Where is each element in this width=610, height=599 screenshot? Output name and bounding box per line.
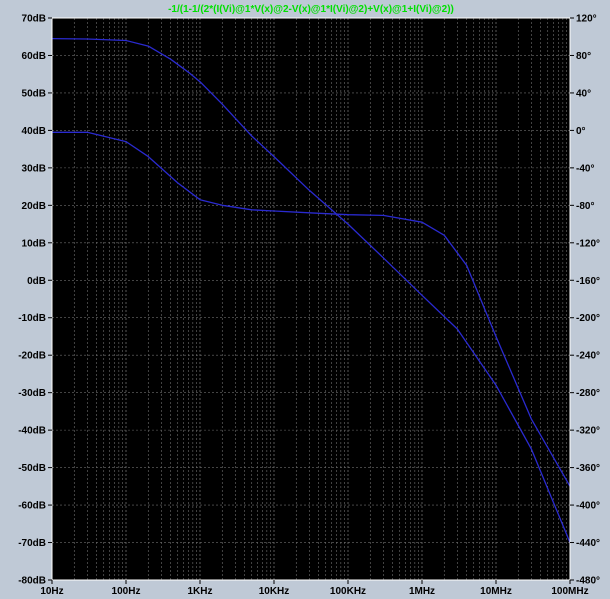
y-left-tick-label: -30dB — [18, 388, 46, 399]
y-right-tick-label: -200° — [576, 313, 600, 324]
y-left-tick-label: -60dB — [18, 501, 46, 512]
bode-chart: 10Hz 100Hz 1KHz 10KHz 100KHz 1MHz 10MHz 100MHz 7… — [18, 4, 600, 597]
y-right-tick-label: -40° — [576, 163, 594, 174]
y-right-tick-label: -80° — [576, 201, 594, 212]
y-right-tick-label: 80° — [576, 51, 591, 62]
y-left-tick-label: 70dB — [22, 14, 46, 25]
chart-title: -1/(1-1/(2*(I(Vi)@1*V(x)@2-V(x)@1*I(Vi)@… — [168, 4, 454, 15]
y-right-tick-label: 40° — [576, 88, 591, 99]
x-tick-label: 10KHz — [259, 586, 290, 597]
plot-area[interactable] — [52, 18, 570, 580]
y-right-tick-label: -320° — [576, 426, 600, 437]
y-right-tick-label: -440° — [576, 538, 600, 549]
y-left-tick-label: -10dB — [18, 313, 46, 324]
y-left-tick-label: 60dB — [22, 51, 46, 62]
y-left-tick-label: 40dB — [22, 126, 46, 137]
y-right-tick-label: -360° — [576, 463, 600, 474]
plot-window: 10Hz 100Hz 1KHz 10KHz 100KHz 1MHz 10MHz 100MHz 7… — [0, 0, 610, 599]
y-left-tick-label: 10dB — [22, 238, 46, 249]
x-tick-label: 100KHz — [330, 586, 366, 597]
y-right-tick-label: -160° — [576, 276, 600, 287]
y-left-tick-label: 20dB — [22, 201, 46, 212]
y-left-tick-label: 30dB — [22, 163, 46, 174]
y-left-tick-label: -50dB — [18, 463, 46, 474]
x-tick-label: 10Hz — [40, 586, 63, 597]
x-tick-label: 100MHz — [551, 586, 588, 597]
y-right-tick-label: -280° — [576, 388, 600, 399]
x-tick-label: 100Hz — [112, 586, 141, 597]
y-left-tick-label: 50dB — [22, 88, 46, 99]
x-tick-label: 10MHz — [480, 586, 512, 597]
y-right-tick-label: -400° — [576, 501, 600, 512]
x-tick-label: 1KHz — [187, 586, 212, 597]
y-right-tick-label: -120° — [576, 238, 600, 249]
y-left-tick-label: -80dB — [18, 576, 46, 587]
y-left-tick-label: -20dB — [18, 351, 46, 362]
y-left-tick-label: 0dB — [27, 276, 46, 287]
y-left-tick-label: -70dB — [18, 538, 46, 549]
x-tick-label: 1MHz — [409, 586, 435, 597]
y-left-tick-label: -40dB — [18, 426, 46, 437]
y-right-tick-label: -480° — [576, 576, 600, 587]
y-right-tick-label: 120° — [576, 14, 597, 25]
y-right-tick-label: -240° — [576, 351, 600, 362]
y-right-tick-label: 0° — [576, 126, 586, 137]
